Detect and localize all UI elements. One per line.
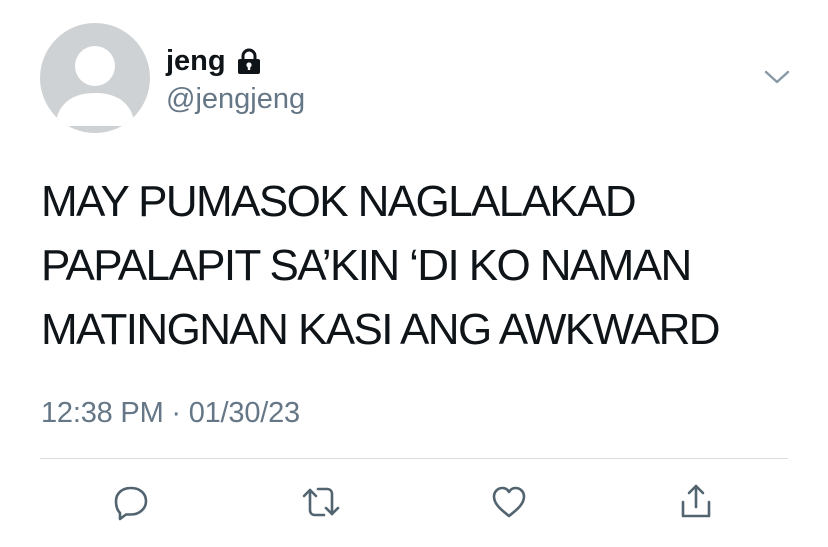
display-name[interactable]: jeng — [166, 44, 226, 78]
tweet-text: MAY PUMASOK NAGLALAKAD PAPALAPIT SA’KIN … — [41, 170, 801, 362]
default-avatar-icon — [55, 46, 135, 126]
tweet-text-line: PAPALAPIT SA’KIN ‘DI KO NAMAN — [41, 241, 692, 290]
chevron-down-icon[interactable] — [764, 68, 790, 86]
tweet-text-line: MATINGNAN KASI ANG AWKWARD — [41, 305, 721, 354]
share-button[interactable] — [676, 482, 716, 522]
retweet-icon — [302, 487, 340, 517]
user-handle[interactable]: @jengjeng — [166, 82, 305, 116]
retweet-button[interactable] — [301, 482, 341, 522]
lock-icon — [236, 47, 262, 75]
reply-icon — [114, 486, 148, 521]
avatar[interactable] — [40, 23, 150, 133]
share-icon — [681, 484, 711, 518]
like-button[interactable] — [489, 482, 529, 522]
divider — [40, 458, 788, 459]
tweet-text-line: MAY PUMASOK NAGLALAKAD — [41, 177, 637, 226]
heart-icon — [492, 486, 526, 518]
user-name-row: jeng — [166, 44, 262, 78]
reply-button[interactable] — [111, 482, 151, 522]
tweet-timestamp[interactable]: 12:38 PM · 01/30/23 — [41, 396, 300, 430]
